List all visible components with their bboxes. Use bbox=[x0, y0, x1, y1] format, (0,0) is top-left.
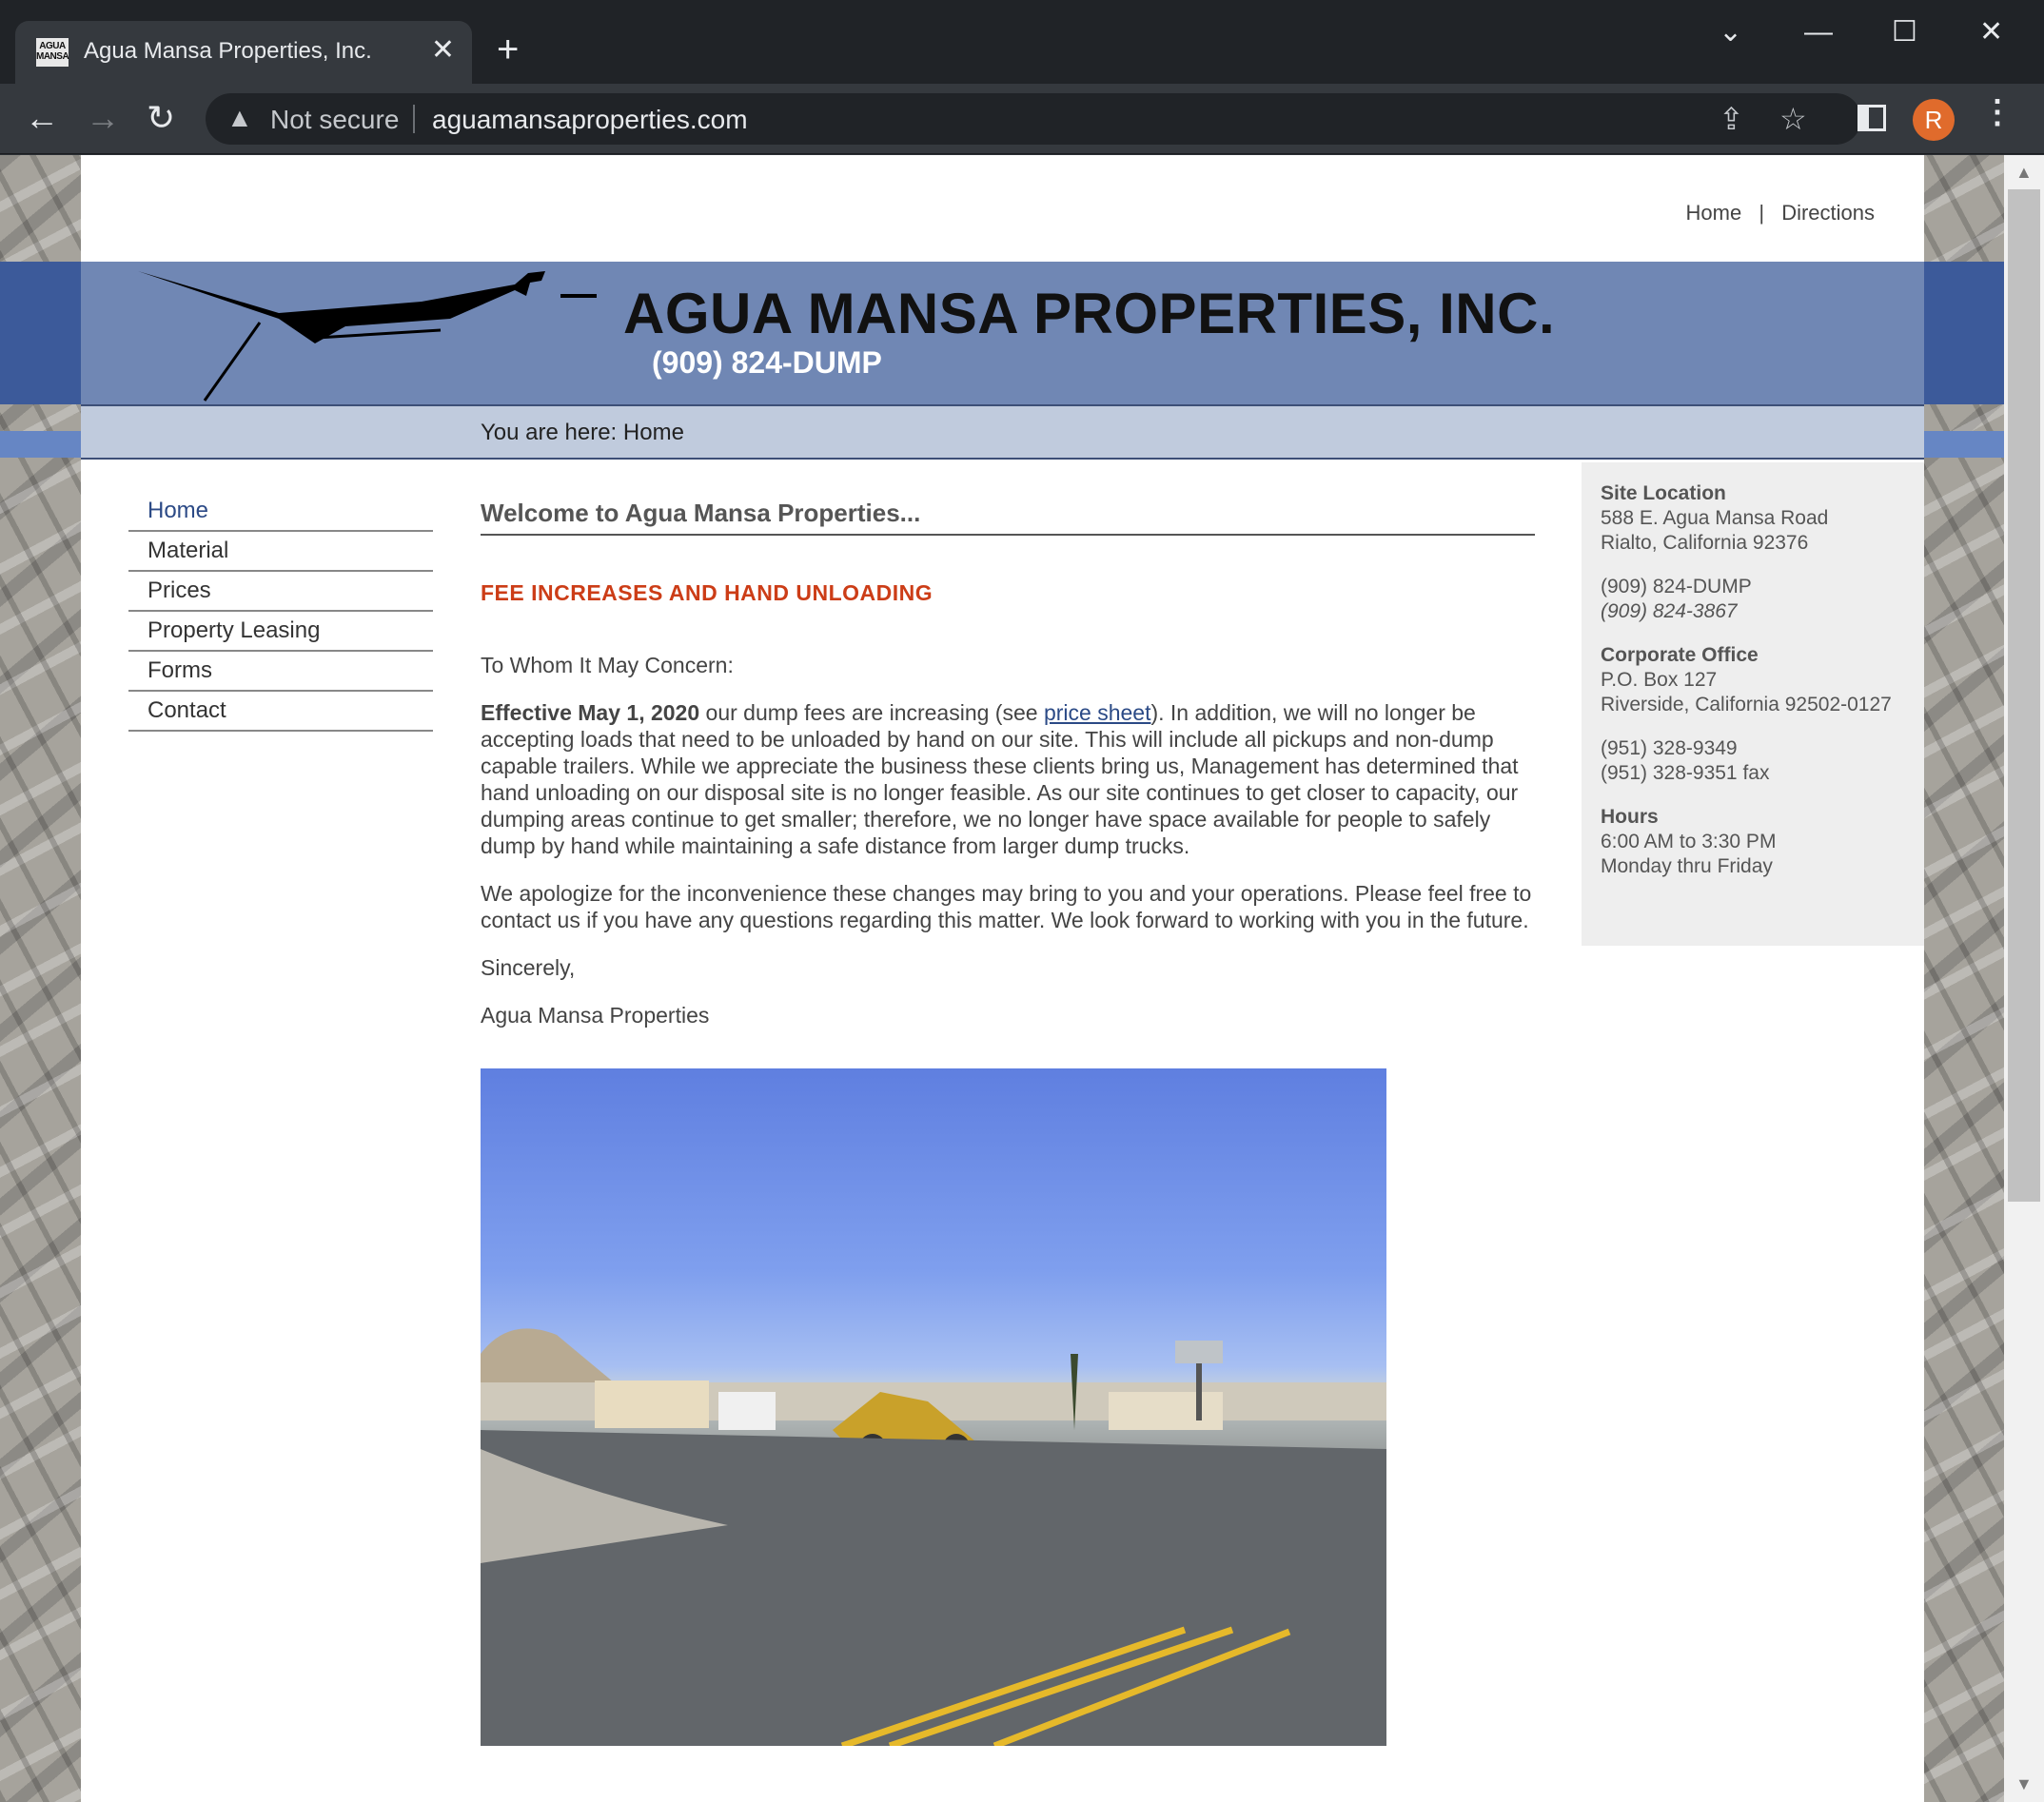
notice-heading: FEE INCREASES AND HAND UNLOADING bbox=[481, 580, 934, 605]
signature: Agua Mansa Properties bbox=[481, 1003, 710, 1028]
warning-triangle-icon[interactable]: ▲ bbox=[226, 103, 253, 133]
nav-item-home[interactable]: Home bbox=[128, 492, 433, 532]
browser-menu-icon[interactable]: ⋮ bbox=[1981, 93, 2014, 131]
hours-time: 6:00 AM to 3:30 PM bbox=[1601, 831, 1777, 852]
tab-favicon-icon: AGUA MANSA bbox=[36, 38, 69, 67]
maximize-icon[interactable]: ☐ bbox=[1892, 13, 1917, 51]
site-header: AGUA MANSA PROPERTIES, INC. (909) 824-DU… bbox=[81, 262, 1924, 406]
site-address-line1: 588 E. Agua Mansa Road bbox=[1601, 507, 1829, 529]
corp-address-line2: Riverside, California 92502-0127 bbox=[1601, 694, 1892, 715]
nav-item-property-leasing[interactable]: Property Leasing bbox=[128, 612, 433, 652]
window-close-icon[interactable]: ✕ bbox=[1979, 13, 2003, 51]
top-links: Home | Directions bbox=[1680, 201, 1880, 225]
effective-date: Effective May 1, 2020 bbox=[481, 700, 700, 725]
nav-item-prices[interactable]: Prices bbox=[128, 572, 433, 612]
site-address-line2: Rialto, California 92376 bbox=[1601, 532, 1809, 554]
scroll-thumb[interactable] bbox=[2008, 189, 2040, 1202]
profile-avatar[interactable]: R bbox=[1913, 99, 1955, 141]
site-photo bbox=[481, 1068, 1386, 1746]
url-text[interactable]: aguamansaproperties.com bbox=[432, 105, 748, 135]
browser-tabstrip: AGUA MANSA Agua Mansa Properties, Inc. ✕… bbox=[0, 0, 2044, 84]
paragraph-text-a: our dump fees are increasing (see bbox=[699, 700, 1044, 725]
site-phone-1: (909) 824-DUMP bbox=[1601, 576, 1752, 597]
back-arrow-icon[interactable]: ← bbox=[25, 97, 59, 139]
price-sheet-link[interactable]: price sheet bbox=[1044, 700, 1151, 725]
page-container: Home | Directions AGUA MANSA PROPERTIES,… bbox=[81, 155, 1924, 1802]
breadcrumb: You are here: Home bbox=[81, 406, 1924, 460]
roadrunner-logo-icon bbox=[138, 271, 597, 402]
address-bar[interactable]: ▲ Not secure aguamansaproperties.com ⇪ ☆ bbox=[206, 93, 1861, 145]
salutation: To Whom It May Concern: bbox=[481, 653, 734, 677]
page-viewport: Home | Directions AGUA MANSA PROPERTIES,… bbox=[0, 155, 2004, 1802]
top-link-home[interactable]: Home bbox=[1686, 201, 1742, 225]
share-icon[interactable]: ⇪ bbox=[1719, 101, 1744, 137]
tab-search-chevron-icon[interactable]: ⌄ bbox=[1719, 13, 1742, 51]
contact-sidebar: Site Location 588 E. Agua Mansa Road Ria… bbox=[1582, 462, 1924, 946]
bookmark-star-icon[interactable]: ☆ bbox=[1779, 101, 1807, 137]
side-panel-icon[interactable] bbox=[1857, 105, 1886, 131]
paragraph-fee-increase: Effective May 1, 2020 our dump fees are … bbox=[481, 699, 1535, 859]
corp-fax: (951) 328-9351 fax bbox=[1601, 762, 1770, 784]
tab-close-icon[interactable]: ✕ bbox=[431, 34, 455, 67]
nav-item-material[interactable]: Material bbox=[128, 532, 433, 572]
new-tab-icon[interactable]: + bbox=[497, 30, 519, 69]
hours-days: Monday thru Friday bbox=[1601, 855, 1773, 877]
browser-toolbar: ← → ↻ ▲ Not secure aguamansaproperties.c… bbox=[0, 84, 2044, 154]
site-photo-scene bbox=[481, 1328, 1386, 1746]
browser-tab[interactable]: AGUA MANSA Agua Mansa Properties, Inc. ✕ bbox=[15, 21, 472, 84]
corp-phone: (951) 328-9349 bbox=[1601, 737, 1738, 759]
paragraph-apology: We apologize for the inconvenience these… bbox=[481, 881, 1532, 932]
tab-title: Agua Mansa Properties, Inc. bbox=[84, 38, 372, 64]
security-label[interactable]: Not secure bbox=[270, 105, 399, 135]
top-links-separator: | bbox=[1759, 201, 1765, 225]
forward-arrow-icon[interactable]: → bbox=[86, 97, 120, 139]
welcome-heading: Welcome to Agua Mansa Properties... bbox=[481, 499, 1535, 536]
scroll-down-icon[interactable]: ▼ bbox=[2015, 1774, 2033, 1794]
site-phone-2: (909) 824-3867 bbox=[1601, 600, 1738, 622]
page-scrollbar[interactable]: ▲ ▼ bbox=[2004, 155, 2044, 1802]
closing: Sincerely, bbox=[481, 955, 576, 980]
scroll-up-icon[interactable]: ▲ bbox=[2015, 163, 2033, 183]
corp-address-line1: P.O. Box 127 bbox=[1601, 669, 1718, 691]
corporate-office-heading: Corporate Office bbox=[1601, 644, 1759, 666]
minimize-icon[interactable]: — bbox=[1804, 13, 1833, 51]
breadcrumb-text: You are here: Home bbox=[481, 420, 684, 445]
left-navigation: Home Material Prices Property Leasing Fo… bbox=[128, 492, 433, 732]
site-location-heading: Site Location bbox=[1601, 482, 1726, 504]
nav-item-forms[interactable]: Forms bbox=[128, 652, 433, 692]
site-title: AGUA MANSA PROPERTIES, INC. bbox=[623, 282, 1556, 345]
top-link-directions[interactable]: Directions bbox=[1781, 201, 1875, 225]
site-phone: (909) 824-DUMP bbox=[652, 345, 882, 380]
reload-icon[interactable]: ↻ bbox=[147, 97, 175, 139]
hours-heading: Hours bbox=[1601, 806, 1659, 828]
omnibox-separator bbox=[413, 105, 415, 133]
main-content: Welcome to Agua Mansa Properties... FEE … bbox=[481, 492, 1535, 1746]
nav-item-contact[interactable]: Contact bbox=[128, 692, 433, 732]
